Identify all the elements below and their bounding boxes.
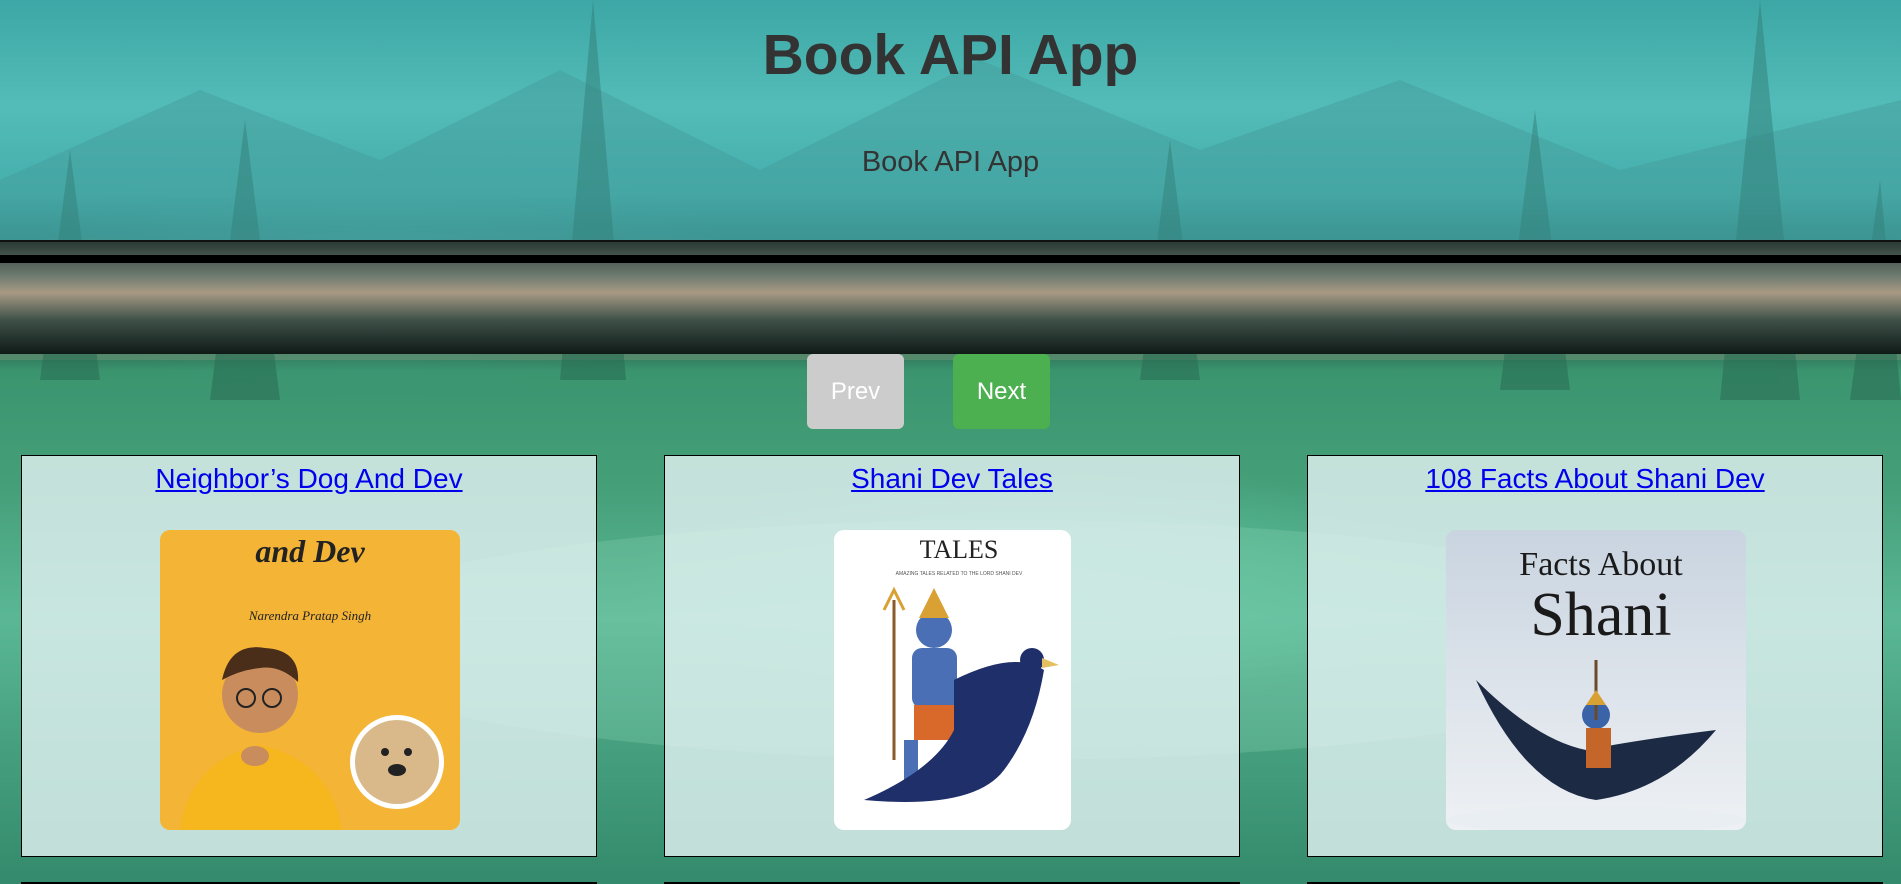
book-cover-image[interactable]: Facts About Shani [1446,530,1746,830]
book-card: 108 Facts About Shani Dev Facts About Sh… [1307,455,1883,857]
book-cover-art: and Dev Narendra Pratap Singh [160,530,460,830]
header-divider [0,240,1901,242]
book-card: Shani Dev Tales TALES AMAZING TALES RELA… [664,455,1240,857]
book-title-link[interactable]: Neighbor’s Dog And Dev [22,463,596,495]
cover-text-line2: AMAZING TALES RELATED TO THE LORD SHANI … [896,571,1023,577]
cover-text-line2: Narendra Pratap Singh [248,608,371,623]
page-title: Book API App [762,23,1139,87]
book-card: Neighbor’s Dog And Dev and Dev Narendra … [21,455,597,857]
book-cover-art: Facts About Shani [1446,530,1746,830]
cover-text-line2: Shani [1530,581,1671,649]
book-cover-image[interactable]: and Dev Narendra Pratap Singh [160,530,460,830]
book-cover-art: TALES AMAZING TALES RELATED TO THE LORD … [834,530,1071,830]
header-divider-thick [0,255,1901,263]
book-title-link[interactable]: 108 Facts About Shani Dev [1308,463,1882,495]
prev-button[interactable]: Prev [807,354,904,429]
cover-text-line1: TALES [920,535,999,564]
book-title-link[interactable]: Shani Dev Tales [665,463,1239,495]
book-cover-image[interactable]: TALES AMAZING TALES RELATED TO THE LORD … [834,530,1071,830]
next-button[interactable]: Next [953,354,1050,429]
cover-text-line1: Facts About [1519,546,1683,583]
cover-text-line1: and Dev [255,533,365,569]
page-subtitle: Book API App [861,146,1040,178]
